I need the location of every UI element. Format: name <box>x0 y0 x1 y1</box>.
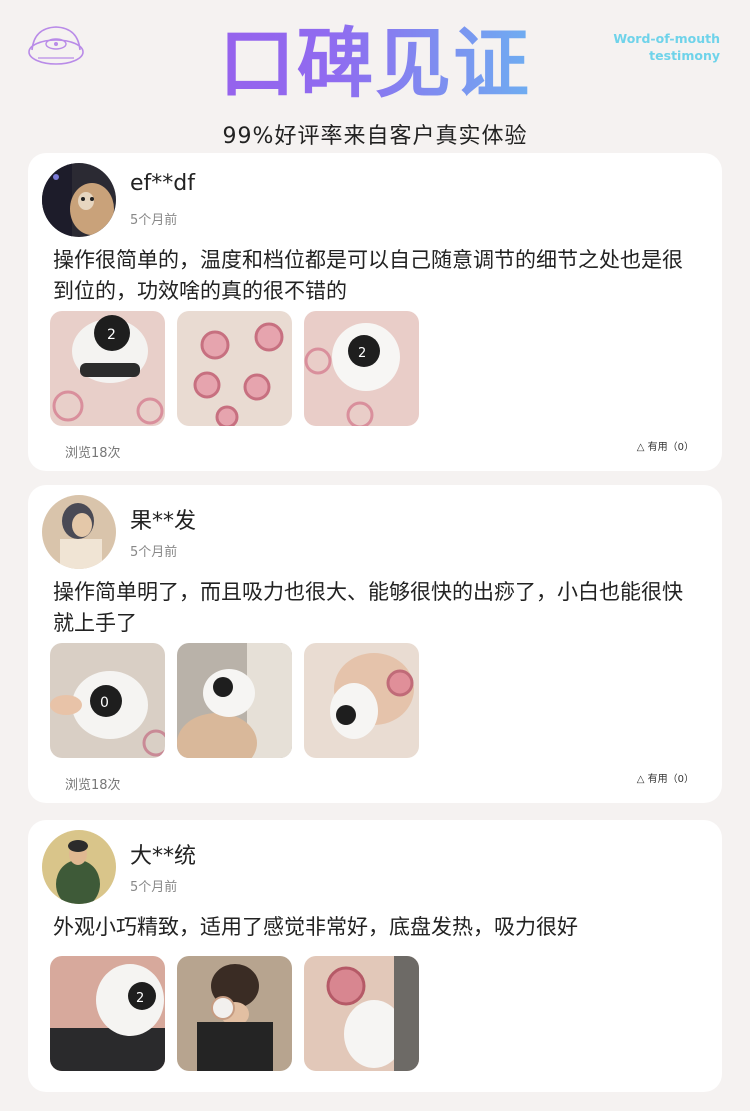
review-card: ef**df 5个月前 操作很简单的，温度和档位都是可以自己随意调节的细节之处也… <box>28 153 722 471</box>
svg-text:2: 2 <box>358 346 366 361</box>
review-card: 大**统 5个月前 外观小巧精致，适用了感觉非常好，底盘发热，吸力很好 2 <box>28 820 722 1092</box>
username: ef**df <box>130 171 195 196</box>
page-subtitle: 99%好评率来自客户真实体验 <box>222 124 528 149</box>
tagline-line-2: testimony <box>649 48 720 63</box>
review-text: 操作很简单的，温度和档位都是可以自己随意调节的细节之处也是很到位的，功效啥的真的… <box>53 248 683 303</box>
review-photo[interactable] <box>177 643 292 758</box>
review-time: 5个月前 <box>130 880 178 895</box>
review-photo[interactable]: 2 <box>50 311 165 426</box>
view-count: 浏览18次 <box>65 446 121 461</box>
avatar[interactable] <box>42 163 116 237</box>
review-text: 外观小巧精致，适用了感觉非常好，底盘发热，吸力很好 <box>53 915 578 939</box>
review-time: 5个月前 <box>130 545 178 560</box>
svg-text:2: 2 <box>136 991 144 1006</box>
review-photo[interactable]: 2 <box>304 311 419 426</box>
review-photo[interactable] <box>177 311 292 426</box>
photo-row: 0 <box>50 643 419 758</box>
review-photo[interactable] <box>177 956 292 1071</box>
photo-row: 2 2 <box>50 311 419 426</box>
helpful-button[interactable]: △ 有用（0） <box>637 770 694 785</box>
username: 大**统 <box>130 844 197 869</box>
review-photo[interactable] <box>304 643 419 758</box>
username: 果**发 <box>130 509 197 534</box>
review-photo[interactable]: 0 <box>50 643 165 758</box>
review-time: 5个月前 <box>130 213 178 228</box>
tagline-line-1: Word-of-mouth <box>613 31 720 46</box>
svg-text:2: 2 <box>107 327 116 343</box>
tagline: Word-of-mouth testimony <box>613 30 720 64</box>
svg-text:0: 0 <box>100 695 109 711</box>
review-photo[interactable]: 2 <box>50 956 165 1071</box>
avatar[interactable] <box>42 495 116 569</box>
review-text: 操作简单明了，而且吸力也很大、能够很快的出痧了，小白也能很快就上手了 <box>53 580 683 635</box>
avatar[interactable] <box>42 830 116 904</box>
view-count: 浏览18次 <box>65 778 121 793</box>
review-photo[interactable] <box>304 956 419 1071</box>
helpful-button[interactable]: △ 有用（0） <box>637 438 694 453</box>
review-card: 果**发 5个月前 操作简单明了，而且吸力也很大、能够很快的出痧了，小白也能很快… <box>28 485 722 803</box>
photo-row: 2 <box>50 956 419 1071</box>
